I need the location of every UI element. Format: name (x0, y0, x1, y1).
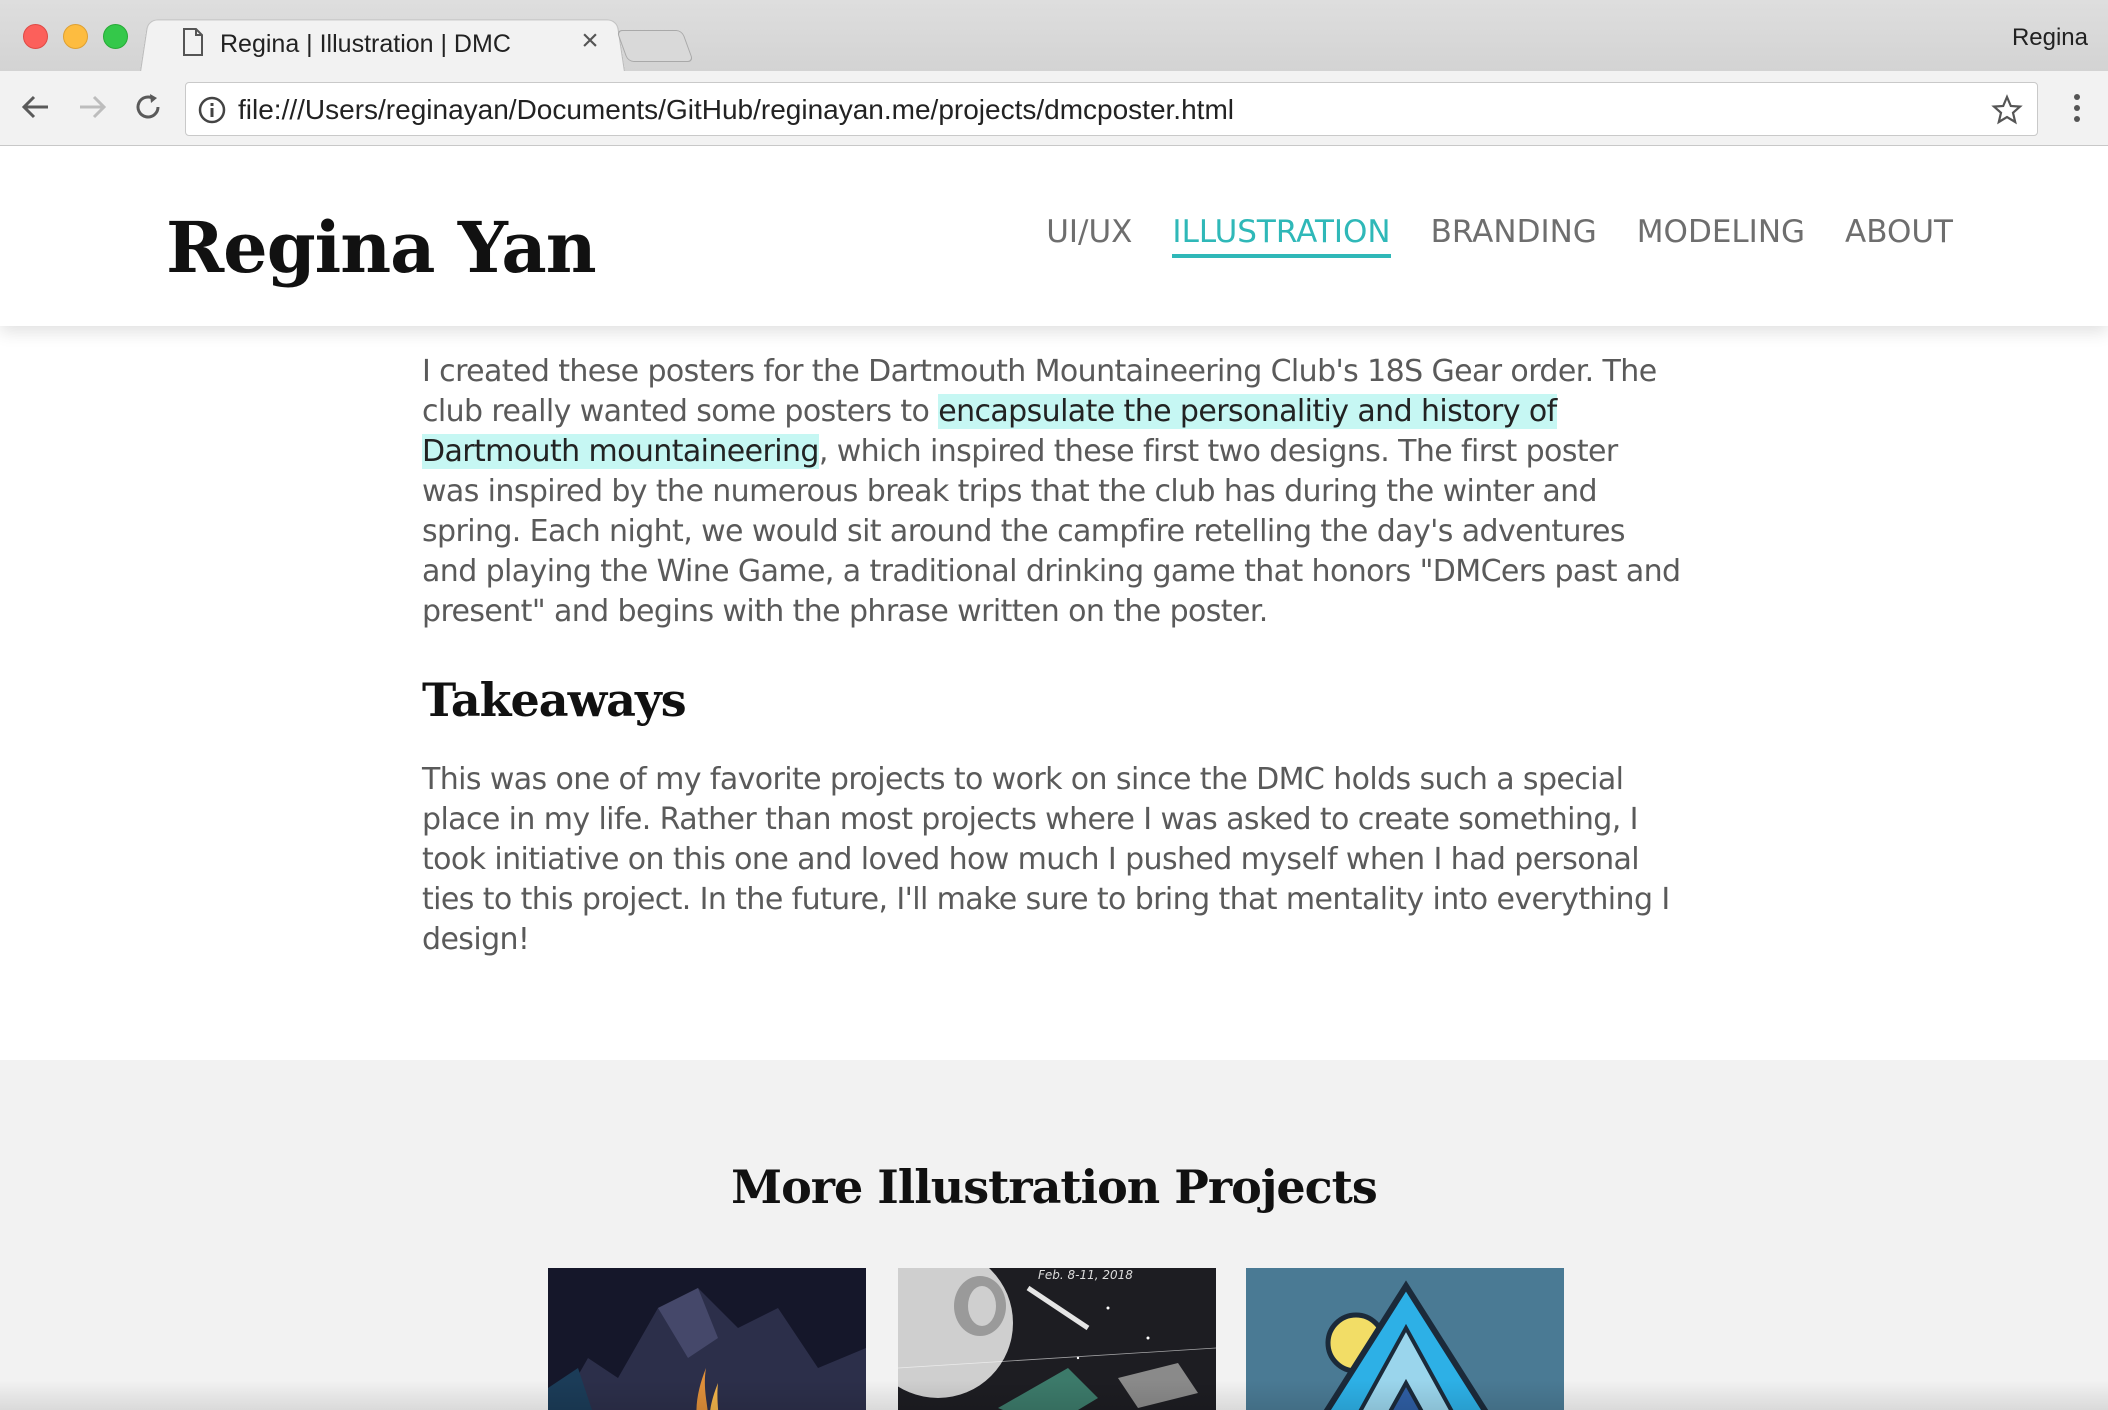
space-poster-image (898, 1268, 1216, 1410)
project-description: I created these posters for the Dartmout… (422, 352, 1682, 960)
thumbnail-space-poster[interactable]: Feb. 8-11, 2018 (898, 1268, 1216, 1410)
profile-name[interactable]: Regina (2012, 24, 2088, 52)
url-text[interactable]: file:///Users/reginayan/Documents/GitHub… (238, 94, 1234, 126)
nav-uiux[interactable]: UI/UX (1046, 214, 1132, 258)
nav-modeling[interactable]: MODELING (1637, 214, 1805, 258)
info-icon[interactable] (198, 96, 226, 124)
site-logo[interactable]: Regina Yan (166, 206, 597, 289)
address-bar[interactable]: file:///Users/reginayan/Documents/GitHub… (185, 82, 2038, 136)
site-nav: UI/UX ILLUSTRATION BRANDING MODELING ABO… (1046, 214, 1953, 258)
window-minimize-button[interactable] (63, 24, 88, 49)
window-close-button[interactable] (23, 24, 48, 49)
page-viewport: Regina Yan UI/UX ILLUSTRATION BRANDING M… (0, 146, 2108, 1410)
browser-tab-bar: Regina | Illustration | DMC × Regina (0, 0, 2108, 72)
more-projects-title: More Illustration Projects (731, 1160, 1378, 1214)
more-projects-section: More Illustration Projects Feb. 8-11, 20… (0, 1060, 2108, 1410)
tab-title: Regina | Illustration | DMC (220, 30, 511, 58)
mountain-logo-image (1246, 1268, 1564, 1410)
bookmark-star-icon[interactable] (1991, 94, 2023, 126)
campfire-poster-image (548, 1268, 866, 1410)
browser-menu-icon[interactable] (2060, 91, 2094, 125)
browser-tab-content: Regina | Illustration | DMC × (160, 22, 605, 66)
takeaways-paragraph: This was one of my favorite projects to … (422, 762, 1670, 957)
back-arrow-icon[interactable] (18, 89, 54, 125)
window-maximize-button[interactable] (103, 24, 128, 49)
nav-branding[interactable]: BRANDING (1431, 214, 1597, 258)
browser-toolbar: file:///Users/reginayan/Documents/GitHub… (0, 71, 2108, 146)
nav-illustration[interactable]: ILLUSTRATION (1172, 214, 1391, 258)
site-header: Regina Yan UI/UX ILLUSTRATION BRANDING M… (0, 146, 2108, 326)
nav-about[interactable]: ABOUT (1845, 214, 1953, 258)
new-tab-button[interactable] (616, 30, 694, 62)
space-poster-date: Feb. 8-11, 2018 (1038, 1268, 1133, 1282)
tab-close-icon[interactable]: × (575, 26, 605, 56)
takeaways-heading: Takeaways (422, 673, 687, 727)
reload-icon[interactable] (130, 89, 166, 125)
page-icon (183, 28, 203, 56)
forward-arrow-icon[interactable] (74, 89, 110, 125)
thumbnail-campfire-poster[interactable] (548, 1268, 866, 1410)
intro-paragraph: I created these posters for the Dartmout… (422, 352, 1682, 632)
thumbnail-mountain-logo[interactable] (1246, 1268, 1564, 1410)
